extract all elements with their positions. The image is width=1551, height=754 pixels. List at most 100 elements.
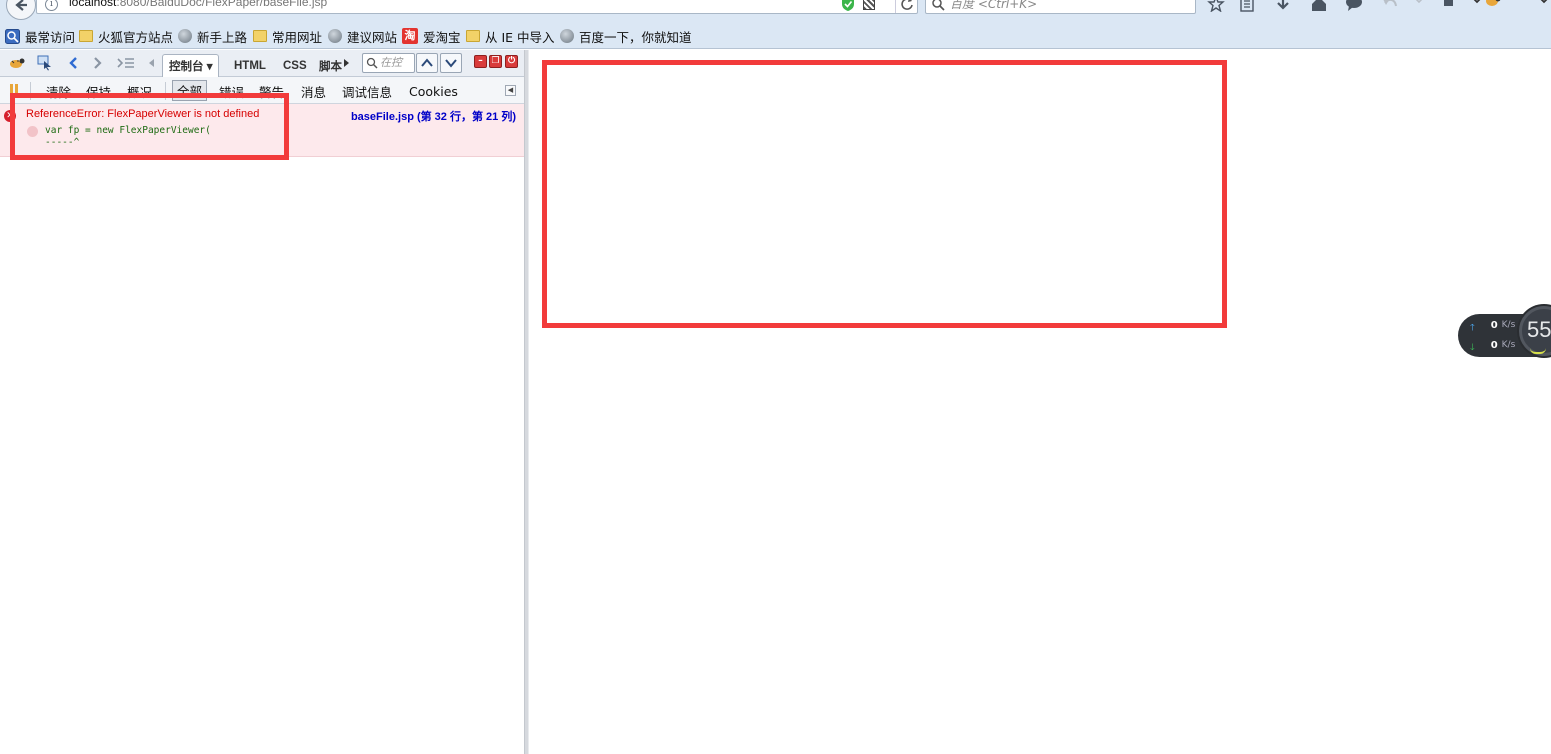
navigation-toolbar: i localhost:8080/BaiduDoc/FlexPaper/base… — [0, 0, 1551, 22]
tab-label: HTML — [234, 59, 266, 72]
minimize-icon: – — [478, 56, 483, 66]
tab-console[interactable]: 控制台 ▾ — [162, 54, 220, 77]
reload-icon — [901, 0, 913, 10]
globe-icon — [178, 29, 192, 43]
search-next-button[interactable] — [440, 53, 462, 73]
bookmark-label: 新手上路 — [197, 29, 248, 45]
forward-navigation-button[interactable] — [91, 54, 105, 72]
button-label: Cookies — [409, 83, 458, 99]
bookmark-label: 百度一下，你就知道 — [579, 29, 692, 45]
upload-speed: 🡑 0 K/s — [1470, 320, 1515, 336]
chevron-down-icon — [1415, 0, 1423, 4]
url-text[interactable]: localhost:8080/BaiduDoc/FlexPaper/baseFi… — [69, 0, 327, 9]
undo-dropdown-button[interactable] — [1410, 0, 1423, 14]
search-placeholder: 百度 <Ctrl+K> — [950, 0, 1038, 11]
address-bar[interactable]: i localhost:8080/BaiduDoc/FlexPaper/base… — [36, 0, 918, 14]
download-speed: 🡓 0 K/s — [1470, 340, 1515, 356]
puzzle-icon — [1444, 0, 1453, 6]
bookmark-baidu[interactable]: 百度一下，你就知道 — [560, 27, 692, 45]
error-source-link[interactable]: baseFile.jsp (第 32 行，第 21 列) — [351, 108, 516, 124]
search-icon — [932, 0, 945, 11]
download-value: 0 — [1490, 340, 1498, 351]
button-label: 调试信息 — [342, 84, 393, 100]
tab-label: 控制台 ▾ — [169, 61, 213, 73]
back-navigation-button[interactable] — [66, 54, 80, 72]
qr-code-icon[interactable] — [863, 0, 875, 10]
bookmark-most-visited[interactable]: 最常访问 — [5, 27, 75, 45]
globe-icon — [328, 29, 342, 43]
menu-dropdown-button[interactable] — [1468, 0, 1481, 14]
home-icon — [1312, 0, 1326, 11]
minimize-button[interactable]: – — [474, 55, 487, 68]
bookmark-label: 爱淘宝 — [423, 29, 461, 45]
firebug-toolbar: 控制台 ▾ HTML CSS 脚本 在控 – ❐ ⏻ — [0, 50, 524, 77]
firebug-icon — [1486, 0, 1501, 6]
triangle-left-icon: ◀ — [507, 86, 514, 94]
chevron-down-icon — [445, 59, 457, 68]
downloads-button[interactable] — [1274, 0, 1294, 14]
chevron-right-icon — [94, 57, 102, 69]
network-speed-widget[interactable]: 🡑 0 K/s 🡓 0 K/s 55 — [1458, 306, 1551, 357]
detach-window-button[interactable]: ❐ — [489, 55, 502, 68]
upload-value: 0 — [1490, 320, 1498, 331]
arrow-up-icon: 🡑 — [1470, 323, 1475, 333]
site-info-icon[interactable]: i — [45, 0, 58, 11]
tab-script[interactable]: 脚本 — [313, 54, 343, 77]
url-host: localhost — [69, 0, 117, 9]
download-arrow-icon — [1277, 0, 1289, 10]
filter-debug-button[interactable]: 调试信息 — [342, 82, 392, 100]
close-firebug-button[interactable]: ⏻ — [505, 55, 518, 68]
home-button[interactable] — [1310, 0, 1330, 14]
bookmark-suggested-sites[interactable]: 建议网站 — [328, 27, 397, 45]
tab-css[interactable]: CSS — [277, 54, 313, 77]
triangle-left-icon — [149, 59, 154, 67]
panel-collapse-button[interactable]: ◀ — [505, 85, 516, 96]
usage-percent: 55 — [1527, 317, 1551, 342]
tabs-scroll-left-button[interactable] — [148, 54, 156, 72]
bookmark-import-from-ie[interactable]: 从 IE 中导入 — [466, 27, 555, 45]
most-visited-icon — [5, 28, 20, 44]
filter-cookies-button[interactable]: Cookies — [409, 82, 458, 100]
undo-button[interactable] — [1381, 0, 1401, 14]
bookmark-firefox-official[interactable]: 火狐官方站点 — [79, 27, 173, 45]
bookmarks-menu-button[interactable] — [1238, 0, 1258, 14]
clipboard-icon — [1240, 0, 1254, 12]
reload-button[interactable] — [895, 0, 915, 13]
power-icon: ⏻ — [507, 56, 516, 66]
bookmark-label: 常用网址 — [272, 29, 323, 45]
firebug-menu-button[interactable] — [8, 54, 26, 72]
url-path: :8080/BaiduDoc/FlexPaper/baseFile.jsp — [116, 0, 328, 9]
firebug-toolbar-button[interactable] — [1484, 0, 1504, 14]
undo-arrow-icon — [1383, 0, 1397, 7]
tab-html[interactable]: HTML — [228, 54, 272, 77]
search-bar[interactable]: 百度 <Ctrl+K> — [925, 0, 1196, 14]
firebug-panel: 控制台 ▾ HTML CSS 脚本 在控 – ❐ ⏻ 清除 保持 概况 全部 错… — [0, 50, 524, 754]
search-previous-button[interactable] — [416, 53, 438, 73]
chat-button[interactable] — [1345, 0, 1365, 14]
folder-icon — [466, 30, 480, 42]
speech-bubble-icon — [1346, 0, 1362, 11]
command-editor-button[interactable] — [116, 54, 136, 72]
security-shield-icon[interactable] — [841, 0, 855, 12]
firebug-search-input[interactable]: 在控 — [362, 53, 415, 73]
error-highlight-box — [10, 93, 289, 160]
bookmark-common-sites[interactable]: 常用网址 — [253, 27, 322, 45]
panel-splitter[interactable] — [524, 50, 529, 754]
filter-info-button[interactable]: 消息 — [301, 82, 326, 100]
bookmark-label: 从 IE 中导入 — [485, 29, 555, 45]
bookmark-getting-started[interactable]: 新手上路 — [178, 27, 247, 45]
bookmark-star-button[interactable] — [1207, 0, 1227, 14]
tab-label: CSS — [283, 59, 307, 72]
inspect-element-button[interactable] — [36, 54, 54, 72]
command-line-icon — [117, 58, 134, 68]
firebug-search-placeholder: 在控 — [380, 56, 402, 69]
download-unit: K/s — [1501, 340, 1516, 350]
bookmark-ai-taobao[interactable]: 淘 爱淘宝 — [402, 27, 461, 45]
back-button[interactable] — [6, 0, 36, 20]
extension-button[interactable] — [1440, 0, 1460, 14]
search-icon — [366, 57, 378, 69]
chevron-down-icon — [1540, 0, 1548, 4]
tabs-scroll-right-button[interactable] — [342, 54, 350, 72]
overflow-dropdown-button[interactable] — [1535, 0, 1548, 14]
upload-unit: K/s — [1501, 320, 1516, 330]
